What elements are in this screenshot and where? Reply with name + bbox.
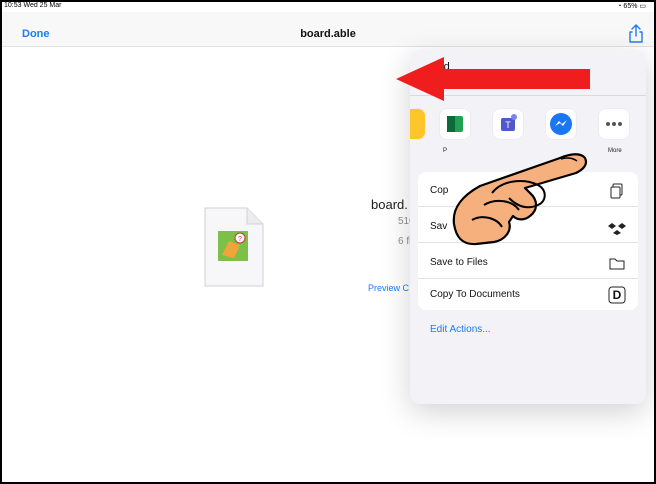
dropbox-icon: [608, 223, 626, 235]
teams-app-icon[interactable]: T: [492, 108, 524, 140]
messenger-app-icon[interactable]: [545, 108, 577, 140]
status-bar: 10:53 Wed 25 Mar ◔ 65% ▭: [2, 2, 654, 12]
svg-text:?: ?: [238, 236, 242, 243]
save-to-files-label: Save to Files: [430, 257, 488, 268]
status-icons: ◔ 65% ▭: [617, 3, 646, 10]
svg-text:T: T: [505, 120, 511, 130]
navigation-bar: Done board.able: [2, 12, 654, 47]
copy-to-documents-label: Copy To Documents: [430, 289, 520, 300]
preview-link[interactable]: Preview C: [368, 283, 409, 293]
documents-d-icon: D: [608, 286, 626, 304]
copy-icon: [610, 183, 623, 199]
share-icon[interactable]: [628, 24, 644, 44]
pointing-hand-annotation: [452, 153, 588, 246]
file-name: board.: [371, 197, 408, 212]
document-title: board.able: [300, 28, 356, 40]
status-time: 10:53 Wed 25 Mar: [4, 2, 62, 9]
planner-app-icon[interactable]: [439, 108, 471, 140]
more-app-icon[interactable]: [598, 108, 630, 140]
edit-actions-link[interactable]: Edit Actions...: [430, 324, 491, 335]
more-app-label: More: [608, 148, 622, 154]
share-actions-group-2: Save to Files Copy To Documents D: [418, 248, 638, 310]
ipad-screen: 10:53 Wed 25 Mar ◔ 65% ▭ Done board.able…: [0, 0, 656, 484]
red-arrow-annotation: [396, 57, 590, 101]
copy-to-documents-action[interactable]: Copy To Documents D: [418, 280, 638, 310]
partial-yellow-app-icon[interactable]: [410, 108, 426, 140]
svg-text:D: D: [613, 288, 622, 302]
battery-percent: 65%: [623, 3, 638, 10]
folder-icon: [609, 258, 625, 270]
file-thumbnail-icon: ?: [204, 207, 264, 287]
